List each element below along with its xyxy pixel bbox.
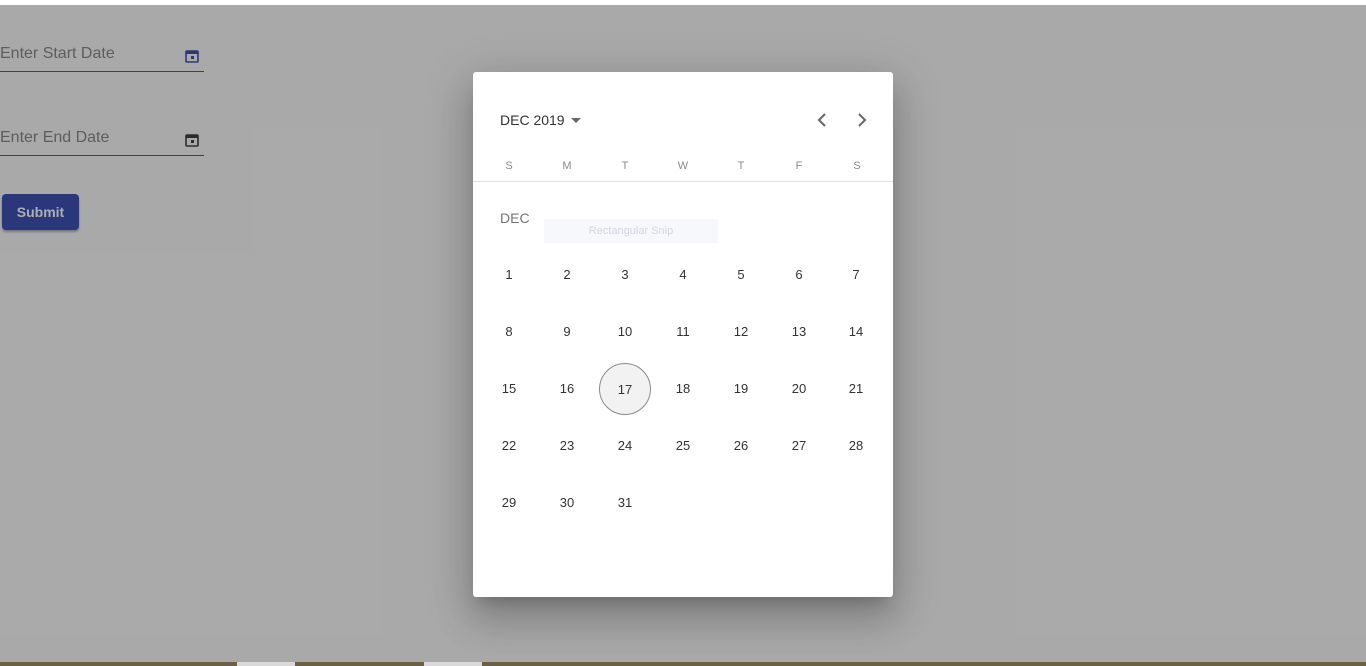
caret-down-icon xyxy=(570,117,581,123)
day-cell[interactable]: 13 xyxy=(773,306,825,358)
weekday-label: F xyxy=(795,160,803,172)
day-cell[interactable]: 31 xyxy=(599,477,651,529)
day-cell[interactable]: 14 xyxy=(830,306,882,358)
taskbar-item[interactable] xyxy=(424,662,482,666)
taskbar-item[interactable] xyxy=(237,662,295,666)
day-cell[interactable]: 30 xyxy=(541,477,593,529)
day-cell[interactable]: 9 xyxy=(541,306,593,358)
weekday-label: S xyxy=(505,160,513,172)
day-cell[interactable]: 1 xyxy=(483,249,535,301)
day-cell[interactable]: 6 xyxy=(773,249,825,301)
weekday-label: W xyxy=(677,160,689,172)
weekday-header: S M T W T F S xyxy=(481,160,885,174)
day-cell[interactable]: 5 xyxy=(715,249,767,301)
day-cell[interactable]: 4 xyxy=(657,249,709,301)
day-cell[interactable]: 12 xyxy=(715,306,767,358)
day-cell[interactable]: 27 xyxy=(773,420,825,472)
month-label: DEC xyxy=(500,210,530,226)
day-cell[interactable]: 20 xyxy=(773,363,825,415)
period-label: DEC 2019 xyxy=(500,112,565,128)
taskbar xyxy=(0,662,1366,666)
day-cell[interactable]: 23 xyxy=(541,420,593,472)
header-divider xyxy=(473,181,893,182)
ghost-tooltip: Rectangular Snip xyxy=(544,219,718,243)
day-cell[interactable]: 24 xyxy=(599,420,651,472)
period-selector-button[interactable]: DEC 2019 xyxy=(500,110,581,130)
day-cell[interactable]: 28 xyxy=(830,420,882,472)
day-cell-today[interactable]: 17 xyxy=(599,363,651,415)
day-cell[interactable]: 18 xyxy=(657,363,709,415)
datepicker-dialog: DEC 2019 S M T W T F S DEC Rectangular S… xyxy=(473,72,893,597)
day-cell[interactable]: 11 xyxy=(657,306,709,358)
weekday-label: S xyxy=(853,160,861,172)
day-cell[interactable]: 2 xyxy=(541,249,593,301)
day-cell[interactable]: 15 xyxy=(483,363,535,415)
day-cell[interactable]: 8 xyxy=(483,306,535,358)
chevron-left-icon[interactable] xyxy=(810,108,834,132)
day-cell[interactable]: 3 xyxy=(599,249,651,301)
weekday-label: M xyxy=(562,160,572,172)
weekday-label: T xyxy=(621,160,629,172)
day-cell[interactable]: 10 xyxy=(599,306,651,358)
day-cell[interactable]: 25 xyxy=(657,420,709,472)
day-cell[interactable]: 16 xyxy=(541,363,593,415)
chevron-right-icon[interactable] xyxy=(850,108,874,132)
day-cell[interactable]: 26 xyxy=(715,420,767,472)
day-cell[interactable]: 29 xyxy=(483,477,535,529)
weekday-label: T xyxy=(737,160,745,172)
day-cell[interactable]: 7 xyxy=(830,249,882,301)
day-cell[interactable]: 21 xyxy=(830,363,882,415)
day-cell[interactable]: 22 xyxy=(483,420,535,472)
day-cell[interactable]: 19 xyxy=(715,363,767,415)
